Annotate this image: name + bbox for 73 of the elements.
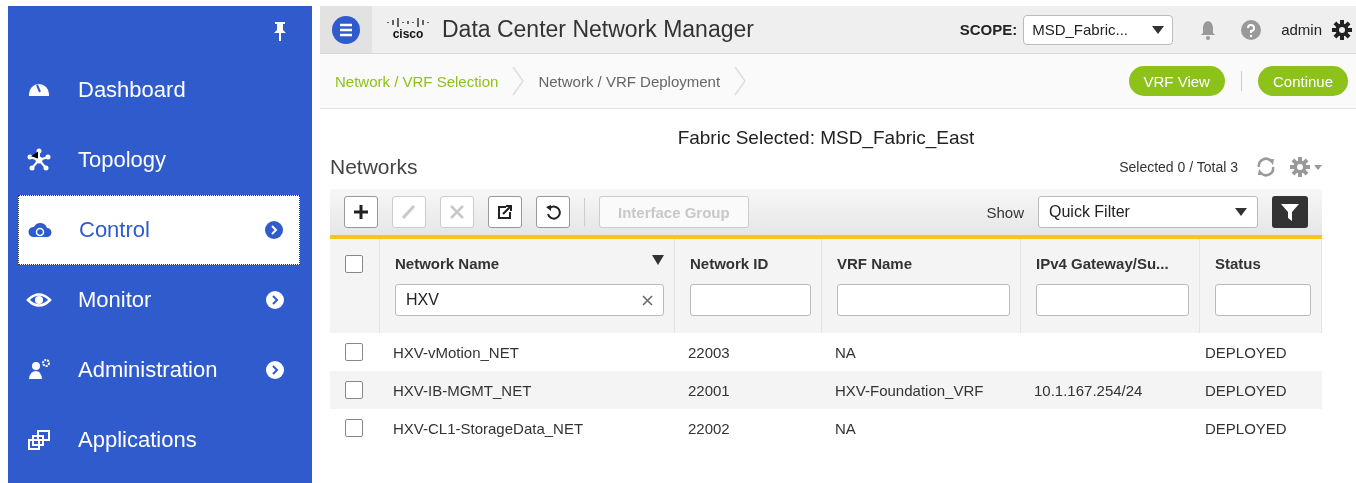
table-cell: NA: [835, 419, 856, 437]
pin-icon[interactable]: [272, 20, 288, 41]
sort-arrow-icon[interactable]: [652, 255, 664, 265]
column-filter-field[interactable]: [1215, 284, 1311, 316]
scope-label: SCOPE:: [959, 21, 1018, 38]
filter-dropdown[interactable]: Quick Filter: [1038, 196, 1258, 228]
sidebar-item[interactable]: Administration: [8, 335, 312, 405]
show-label: Show: [986, 203, 1024, 221]
scope-dropdown[interactable]: MSD_Fabric...: [1023, 14, 1174, 45]
help-icon[interactable]: [1241, 19, 1262, 40]
topology-icon: [26, 148, 52, 172]
chevron-icon: [512, 66, 525, 96]
table-cell: NA: [835, 343, 856, 361]
filter-icon: [1281, 203, 1299, 221]
settings-icon[interactable]: [1332, 19, 1352, 40]
chevron-icon[interactable]: [265, 221, 283, 239]
dropdown-arrow-icon: [1235, 208, 1247, 216]
windows-icon: [26, 428, 52, 452]
column-header[interactable]: VRF Name: [837, 255, 913, 272]
delete-icon: [448, 203, 466, 221]
section-title: Networks: [330, 155, 419, 179]
table-cell: 22003: [688, 343, 730, 361]
row-checkbox[interactable]: [345, 419, 363, 437]
row-checkbox[interactable]: [345, 343, 363, 361]
chevron-icon[interactable]: [266, 361, 284, 379]
chevron-icon[interactable]: [266, 291, 284, 309]
export-button[interactable]: [488, 196, 522, 228]
menu-icon[interactable]: [332, 15, 360, 44]
column-header[interactable]: Status: [1215, 255, 1261, 272]
table-cell: DEPLOYED: [1205, 381, 1287, 399]
edit-icon: [400, 203, 418, 221]
column-filter-field[interactable]: HXV: [395, 284, 664, 316]
sidebar-item[interactable]: Monitor: [8, 265, 312, 335]
table-cell: HXV-CL1-StorageData_NET: [393, 419, 584, 437]
table-cell: DEPLOYED: [1205, 343, 1287, 361]
table-cell: 22001: [688, 381, 730, 399]
clear-icon[interactable]: [642, 294, 653, 306]
column-filter-field[interactable]: [690, 284, 811, 316]
import-button[interactable]: [536, 196, 570, 228]
sidebar-item[interactable]: Applications: [8, 405, 312, 475]
logo-text: cisco: [392, 27, 424, 41]
column-header[interactable]: Network ID: [690, 255, 769, 272]
sidebar-item[interactable]: Dashboard: [8, 55, 312, 125]
add-icon: [352, 203, 370, 221]
table-cell: HXV-vMotion_NET: [393, 343, 519, 361]
row-checkbox[interactable]: [345, 381, 363, 399]
user-gear-icon: [26, 358, 52, 382]
chevron-icon: [734, 66, 747, 96]
table-cell: HXV-Foundation_VRF: [835, 381, 984, 399]
refresh-icon[interactable]: [1256, 157, 1276, 177]
table-cell: DEPLOYED: [1205, 419, 1287, 437]
wizard-step[interactable]: Network / VRF Deployment: [538, 72, 721, 90]
add-button[interactable]: [344, 196, 378, 228]
selection-summary: Selected 0 / Total 3: [1119, 159, 1238, 175]
user-name[interactable]: admin: [1281, 21, 1322, 38]
table-cell: HXV-IB-MGMT_NET: [393, 381, 532, 399]
sidebar-item[interactable]: Topology: [8, 125, 312, 195]
select-all-checkbox[interactable]: [345, 255, 363, 273]
table-cell: 10.1.167.254/24: [1034, 381, 1143, 399]
column-header[interactable]: Network Name: [395, 255, 500, 272]
app-title: Data Center Network Manager: [442, 16, 755, 43]
column-header[interactable]: IPv4 Gateway/Su...: [1036, 255, 1169, 272]
export-icon: [496, 203, 514, 221]
sidebar-item[interactable]: Control: [18, 195, 300, 265]
table-cell: 22002: [688, 419, 730, 437]
dropdown-arrow-icon: [1152, 25, 1165, 34]
fabric-title: Fabric Selected: MSD_Fabric_East: [676, 127, 976, 149]
bars-icon: [386, 18, 430, 27]
import-icon: [544, 203, 562, 221]
column-filter-field[interactable]: [1036, 284, 1189, 316]
column-filter-field[interactable]: [837, 284, 1010, 316]
bell-icon[interactable]: [1199, 19, 1218, 40]
filter-button[interactable]: [1272, 196, 1308, 228]
